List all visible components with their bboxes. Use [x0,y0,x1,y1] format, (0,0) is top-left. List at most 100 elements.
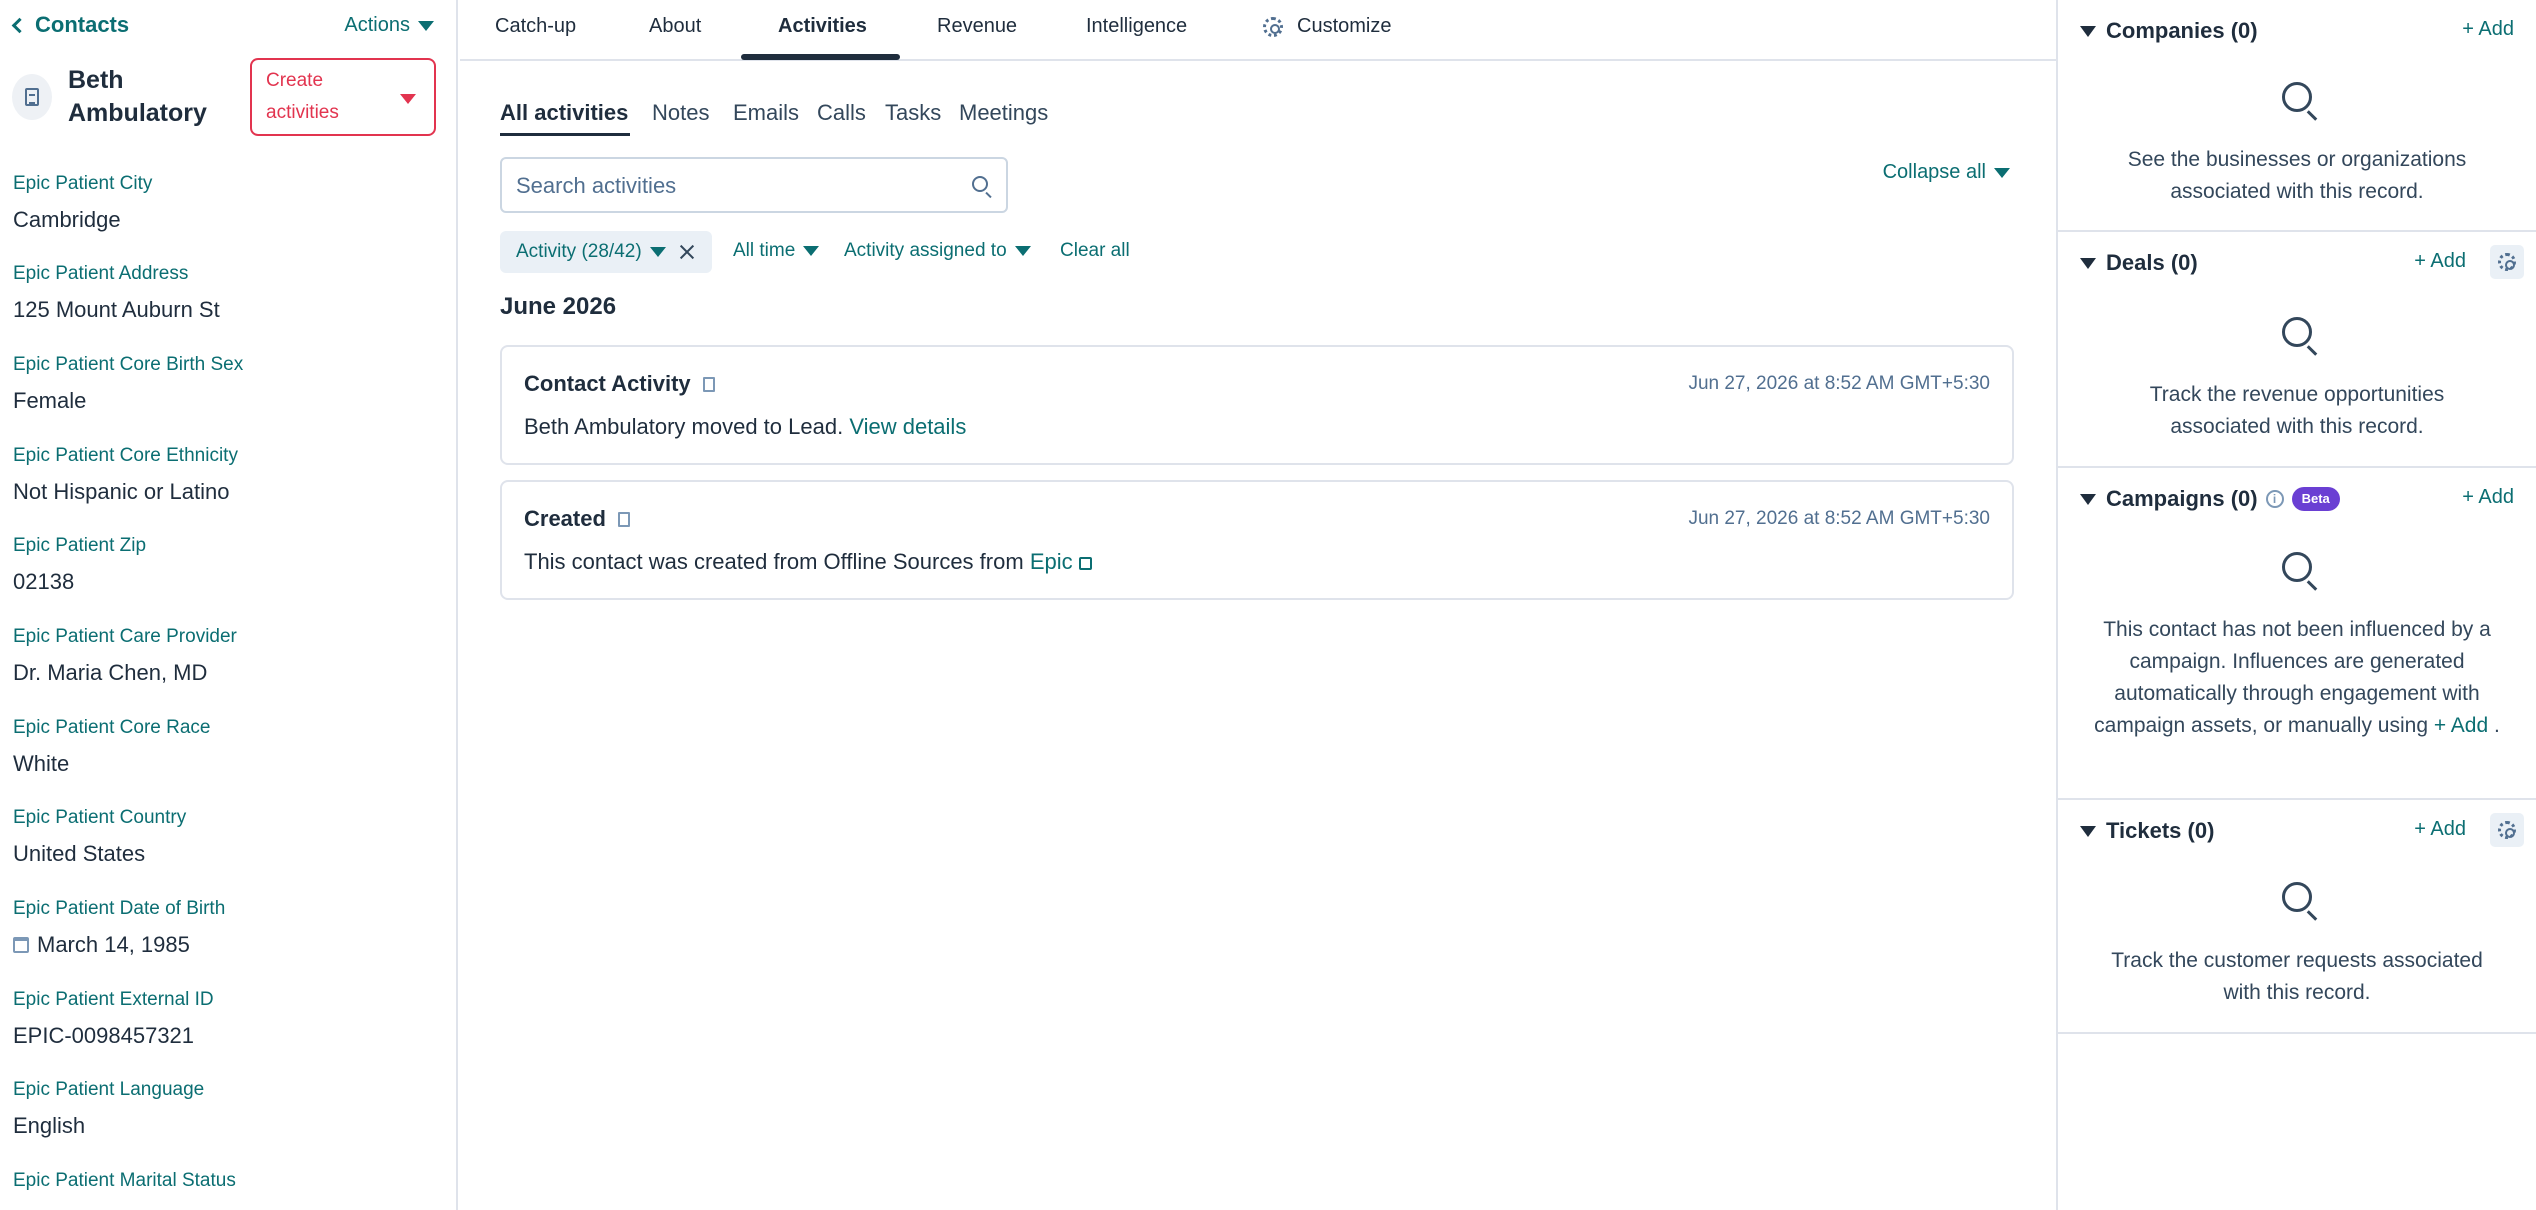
tab-about[interactable]: About [649,15,701,38]
property-value: Dr. Maria Chen, MD [13,660,208,685]
property-value: Female [13,388,87,413]
caret-down-icon [400,94,416,104]
property-language[interactable]: Epic Patient Language English [13,1077,204,1141]
property-race[interactable]: Epic Patient Core Race White [13,715,211,779]
subtab-calls[interactable]: Calls [817,100,866,126]
tab-label: Revenue [937,15,1018,37]
subtab-emails[interactable]: Emails [733,100,799,126]
subtab-all-activities[interactable]: All activities [500,100,628,126]
property-label: Epic Patient Core Birth Sex [13,354,244,375]
subtab-notes[interactable]: Notes [652,100,709,126]
collapse-all-button[interactable]: Collapse all [1883,161,2010,184]
property-label: Epic Patient Core Ethnicity [13,445,238,466]
property-marital-status[interactable]: Epic Patient Marital Status [13,1168,236,1194]
empty-search-icon [2282,317,2312,347]
gear-icon [2498,253,2516,271]
tab-label: Intelligence [1086,15,1188,37]
main-panel: Catch-up About Activities Revenue Intell… [460,0,2056,1210]
property-value: 125 Mount Auburn St [13,297,220,322]
property-label: Epic Patient Address [13,263,189,284]
caret-down-icon [2080,257,2096,269]
tickets-settings-button[interactable] [2490,813,2524,847]
add-campaign-button[interactable]: + Add [2462,486,2514,509]
activity-body-text: This contact was created from Offline So… [524,549,1024,574]
chevron-left-icon [11,17,28,33]
property-country[interactable]: Epic Patient Country United States [13,805,186,869]
clear-all-filters-link[interactable]: Clear all [1060,240,1130,262]
activity-timestamp: Jun 27, 2026 at 8:52 AM GMT+5:30 [1688,373,1990,394]
inline-add-link[interactable]: + Add [2434,714,2488,737]
tab-activities[interactable]: Activities [778,15,867,38]
empty-state-text: This contact has not been influenced by … [2094,614,2500,742]
tab-customize[interactable]: Customize [1263,15,1391,38]
tab-label: About [649,15,702,37]
collapse-all-label: Collapse all [1882,161,1986,183]
active-subtab-indicator [500,133,630,136]
activity-timestamp: Jun 27, 2026 at 8:52 AM GMT+5:30 [1688,508,1990,529]
caret-down-icon [803,246,820,256]
property-value: United States [13,841,146,866]
create-activities-button[interactable]: Create activities [250,58,436,136]
back-to-contacts-link[interactable]: Contacts [11,12,129,38]
search-input[interactable] [516,169,956,203]
view-details-link[interactable]: View details [849,414,966,439]
activity-title: Created [524,506,606,531]
tab-intelligence[interactable]: Intelligence [1086,15,1187,38]
property-value-row: March 14, 1985 [13,930,225,960]
property-label: Epic Patient Marital Status [13,1170,236,1191]
deals-settings-button[interactable] [2490,245,2524,279]
activity-body-text: Beth Ambulatory moved to Lead. [524,414,844,439]
companies-toggle[interactable]: Companies (0) [2080,18,2258,44]
search-icon[interactable] [972,176,988,192]
property-birth-sex[interactable]: Epic Patient Core Birth Sex Female [13,352,243,416]
deals-section: Deals (0) + Add Track the revenue opport… [2058,232,2536,468]
property-label: Epic Patient Date of Birth [13,898,226,919]
empty-search-icon [2282,882,2312,912]
month-heading: June 2026 [500,293,617,320]
property-label: Epic Patient Core Race [13,717,211,738]
property-value: EPIC-0098457321 [13,1023,195,1048]
tab-catch-up[interactable]: Catch-up [495,15,576,38]
companies-section: Companies (0) + Add See the businesses o… [2058,0,2536,232]
property-care-provider[interactable]: Epic Patient Care Provider Dr. Maria Che… [13,624,237,688]
caret-down-icon [2080,493,2096,505]
property-zip[interactable]: Epic Patient Zip 02138 [13,533,146,597]
actions-label: Actions [344,14,410,36]
activity-filter-chip[interactable]: Activity (28/42) [500,231,712,273]
tickets-section: Tickets (0) + Add Track the customer req… [2058,800,2536,1034]
add-company-button[interactable]: + Add [2462,18,2514,41]
assigned-filter-dropdown[interactable]: Activity assigned to [844,240,1031,262]
caret-down-icon [1994,167,2010,178]
close-icon[interactable] [680,245,694,259]
tickets-toggle[interactable]: Tickets (0) [2080,818,2214,844]
tab-revenue[interactable]: Revenue [937,15,1017,38]
empty-search-icon [2282,82,2312,112]
actions-dropdown[interactable]: Actions [344,14,434,37]
beta-badge: Beta [2291,487,2340,511]
activity-card[interactable]: Contact Activity Jun 27, 2026 at 8:52 AM… [500,345,2014,465]
time-filter-dropdown[interactable]: All time [733,240,820,262]
tab-label: Activities [778,15,867,37]
empty-state-end: . [2494,714,2500,737]
subtab-tasks[interactable]: Tasks [885,100,941,126]
caret-down-icon [2080,25,2096,37]
property-city[interactable]: Epic Patient City Cambridge [13,171,152,235]
section-title: Deals (0) [2106,250,2198,275]
activity-card[interactable]: Created Jun 27, 2026 at 8:52 AM GMT+5:30… [500,480,2014,600]
add-ticket-button[interactable]: + Add [2414,818,2466,841]
add-deal-button[interactable]: + Add [2414,250,2466,273]
activity-body: This contact was created from Offline So… [524,549,1092,575]
subtab-meetings[interactable]: Meetings [959,100,1048,126]
property-external-id[interactable]: Epic Patient External ID EPIC-0098457321 [13,987,214,1051]
property-address[interactable]: Epic Patient Address 125 Mount Auburn St [13,261,220,325]
tab-label: Customize [1297,15,1392,37]
caret-down-icon [1014,246,1031,256]
associations-sidebar: Companies (0) + Add See the businesses o… [2056,0,2536,1210]
empty-search-icon [2282,552,2312,582]
source-link[interactable]: Epic [1030,549,1092,574]
deals-toggle[interactable]: Deals (0) [2080,250,2198,276]
property-ethnicity[interactable]: Epic Patient Core Ethnicity Not Hispanic… [13,443,238,507]
campaigns-toggle[interactable]: Campaigns (0) i Beta [2080,486,2340,512]
property-date-of-birth[interactable]: Epic Patient Date of Birth March 14, 198… [13,896,225,960]
info-icon[interactable]: i [2265,490,2284,508]
